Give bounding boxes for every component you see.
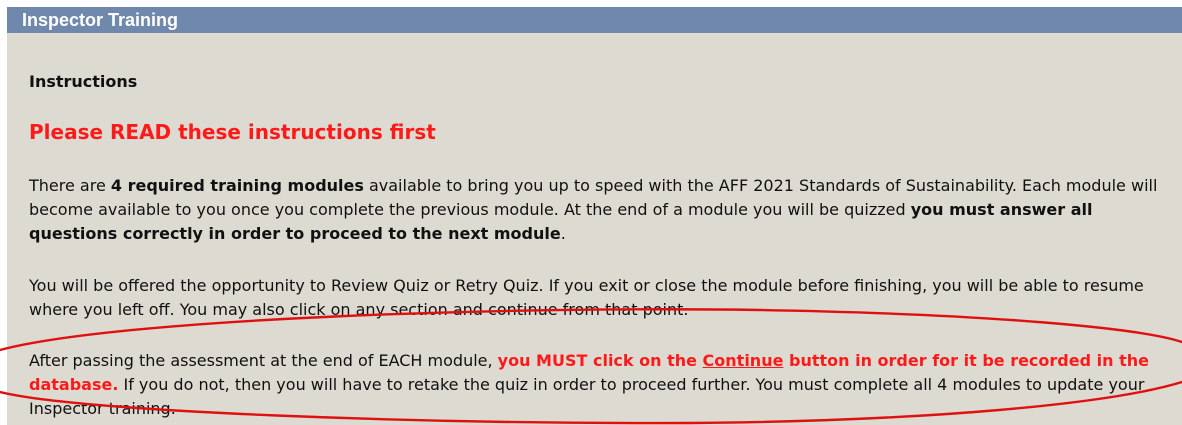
continue-warning-1: you MUST click on the (497, 351, 703, 370)
modules-text-1: There are (29, 176, 111, 195)
continue-text-2: If you do not, then you will have to ret… (29, 375, 1145, 418)
quiz-options-paragraph: You will be offered the opportunity to R… (29, 276, 1144, 319)
inspector-training-panel: Inspector Training Instructions Please R… (7, 7, 1182, 425)
instructions-heading: Instructions (29, 72, 138, 91)
continue-word: Continue (702, 351, 784, 370)
modules-text-3: . (560, 224, 566, 243)
modules-paragraph: There are 4 required training modules av… (29, 174, 1179, 246)
continue-instruction-paragraph: After passing the assessment at the end … (29, 349, 1179, 421)
read-instructions-warning: Please READ these instructions first (29, 120, 436, 144)
continue-text-1: After passing the assessment at the end … (29, 351, 498, 370)
modules-count-bold: 4 required training modules (110, 176, 364, 195)
panel-title: Inspector Training (7, 7, 1182, 33)
